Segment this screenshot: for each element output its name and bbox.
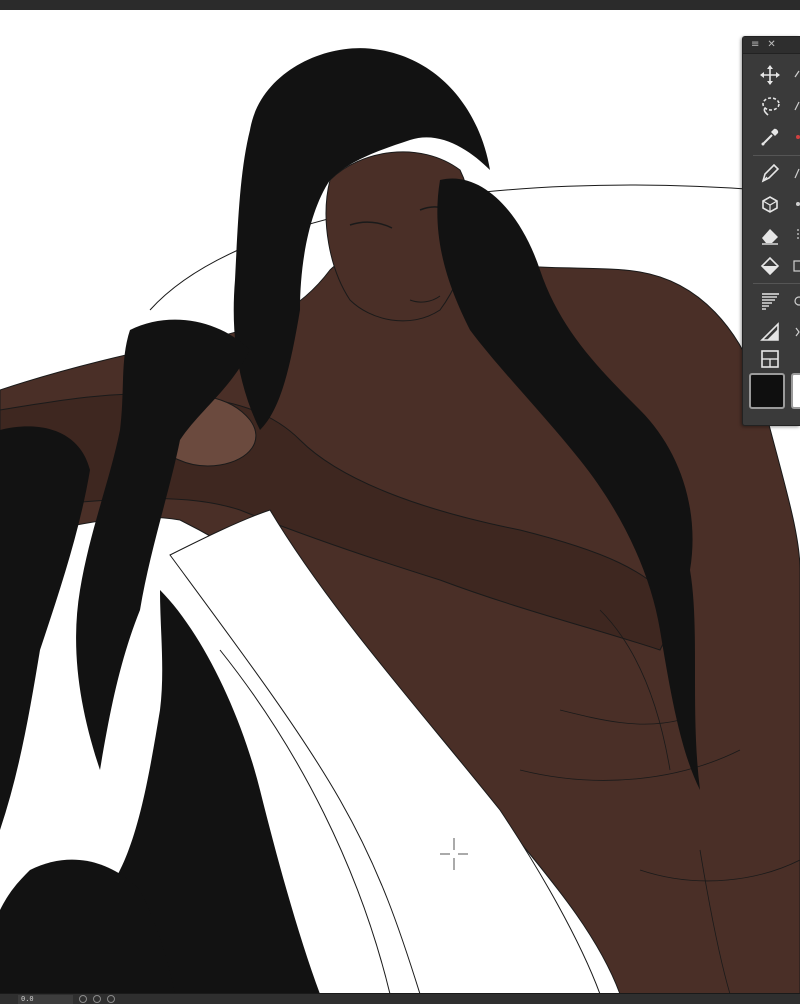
figure-sub-icon	[793, 324, 800, 340]
lasso-icon	[762, 97, 780, 116]
pen-sub-icon	[793, 165, 800, 181]
blend-sub-icon	[793, 196, 800, 212]
move-sub-icon	[793, 67, 800, 83]
eraser-icon	[762, 229, 778, 245]
app-window: ≡ ✕ 0.0	[0, 0, 800, 1004]
rotate-left-icon[interactable]	[79, 995, 87, 1003]
frame-tool-button[interactable]	[757, 347, 783, 371]
sub-color-swatch[interactable]	[791, 373, 800, 409]
gradient-icon	[762, 293, 779, 310]
status-bar: 0.0	[0, 993, 800, 1004]
eraser-tool-button[interactable]	[757, 223, 783, 247]
eyedropper-tool-button[interactable]	[757, 125, 783, 149]
lasso-tool-button[interactable]	[757, 94, 783, 118]
hamburger-icon[interactable]: ≡	[751, 37, 759, 53]
tool-row-blend	[743, 190, 800, 218]
pen-nib-icon	[761, 163, 780, 183]
tool-row-eyedropper	[743, 123, 800, 151]
eyedropper-icon	[761, 128, 779, 146]
eyedropper-sub-icon	[793, 129, 800, 145]
pen-tool-button[interactable]	[757, 161, 783, 185]
tool-row-eraser	[743, 221, 800, 249]
palette-divider	[753, 283, 800, 284]
zoom-readout[interactable]: 0.0	[18, 994, 73, 1004]
tool-row-frame	[743, 345, 800, 373]
palette-header: ≡ ✕	[743, 37, 800, 54]
drawing-canvas[interactable]	[0, 10, 800, 994]
main-color-swatch[interactable]	[749, 373, 785, 409]
gradient-tool-button[interactable]	[757, 289, 783, 313]
top-menu-bar	[0, 0, 800, 10]
move-tool-button[interactable]	[757, 63, 783, 87]
eraser-sub-icon	[793, 227, 800, 243]
tool-row-move	[743, 61, 800, 89]
figure-icon	[760, 322, 779, 341]
rotate-right-icon[interactable]	[93, 995, 101, 1003]
fill-sub-icon	[793, 258, 800, 274]
fill-tool-button[interactable]	[757, 254, 783, 278]
close-icon[interactable]: ✕	[767, 37, 775, 53]
palette-divider	[753, 155, 800, 156]
tool-row-lasso	[743, 92, 800, 120]
frame-icon	[761, 350, 779, 368]
tool-row-figure	[743, 318, 800, 346]
tool-row-gradient	[743, 287, 800, 315]
flip-icon[interactable]	[107, 995, 115, 1003]
lasso-sub-icon	[793, 98, 800, 114]
blend-tool-button[interactable]	[757, 192, 783, 216]
tool-row-fill	[743, 252, 800, 280]
move-icon	[760, 65, 780, 85]
gradient-sub-icon	[793, 293, 800, 309]
tool-row-pen	[743, 159, 800, 187]
figure-tool-button[interactable]	[757, 320, 783, 344]
fill-bucket-icon	[760, 256, 780, 276]
blend-icon	[762, 196, 778, 213]
artwork	[0, 48, 800, 994]
tool-palette: ≡ ✕	[742, 36, 800, 426]
